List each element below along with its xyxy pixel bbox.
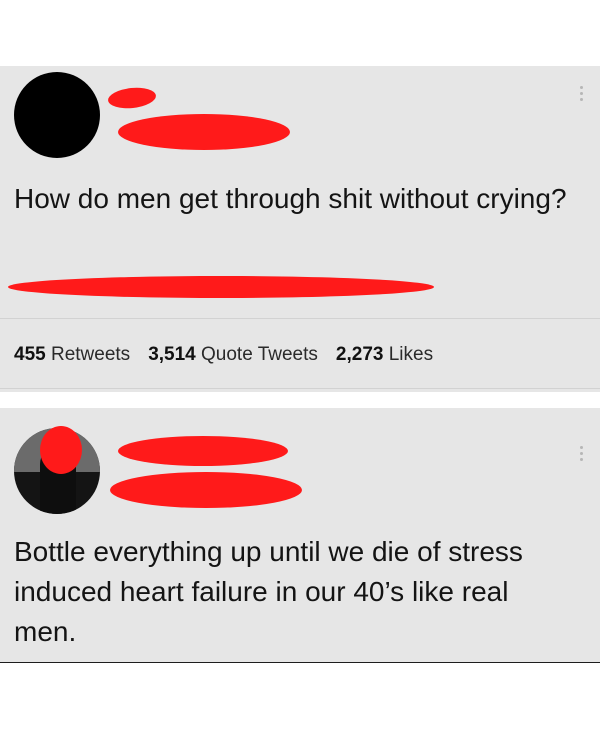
- more-options-icon[interactable]: [579, 446, 584, 461]
- likes-link[interactable]: 2,273 Likes: [336, 344, 433, 365]
- retweets-count: 455: [14, 344, 46, 365]
- tweet-card-2: Bottle everything up until we die of str…: [0, 408, 600, 663]
- divider: [0, 318, 600, 319]
- likes-label: Likes: [388, 344, 434, 365]
- retweets-label: Retweets: [50, 344, 131, 365]
- redacted-username: [118, 114, 290, 150]
- likes-count: 2,273: [335, 344, 384, 365]
- divider: [0, 388, 600, 389]
- redacted-line: [8, 276, 434, 298]
- redacted-display-name: [107, 85, 157, 111]
- tweet-stats: 455 Retweets 3,514 Quote Tweets 2,273 Like…: [14, 344, 433, 366]
- retweets-link[interactable]: 455 Retweets: [14, 344, 130, 365]
- redacted-username: [110, 472, 302, 508]
- more-options-icon[interactable]: [579, 86, 584, 101]
- tweet-card-1: How do men get through shit without cryi…: [0, 66, 600, 392]
- redacted-display-name: [118, 436, 288, 466]
- avatar[interactable]: [14, 72, 100, 158]
- quote-tweets-link[interactable]: 3,514 Quote Tweets: [148, 344, 318, 365]
- quote-tweets-count: 3,514: [148, 344, 196, 365]
- tweet-text: Bottle everything up until we die of str…: [14, 536, 523, 647]
- quote-tweets-label: Quote Tweets: [201, 344, 318, 365]
- redacted-avatar-face: [40, 426, 82, 474]
- tweet-text: How do men get through shit without cryi…: [14, 183, 567, 214]
